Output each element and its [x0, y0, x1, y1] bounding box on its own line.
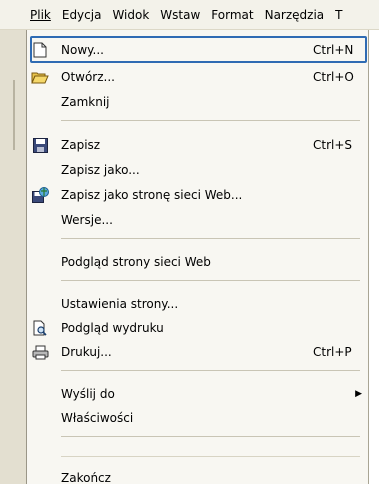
menu-item-zapisz-jako[interactable]: Zapisz jako...	[27, 158, 368, 182]
menu-item-label: Wyślij do	[61, 387, 115, 401]
menu-item-otworz[interactable]: Otwórz... Ctrl+O	[27, 65, 368, 89]
menu-edycja[interactable]: Edycja	[62, 8, 102, 22]
menu-item-ustawienia-strony[interactable]: Ustawienia strony...	[27, 292, 368, 316]
menu-item-label: Zapisz jako stronę sieci Web...	[61, 188, 243, 202]
menu-item-podglad-wydruku[interactable]: Podgląd wydruku	[27, 316, 368, 340]
print-preview-icon	[31, 319, 49, 337]
menu-item-wersje[interactable]: Wersje...	[27, 208, 368, 232]
save-web-icon	[31, 186, 49, 204]
menu-item-label: Wersje...	[61, 213, 113, 227]
menu-separator	[61, 280, 360, 281]
menu-item-zapisz[interactable]: Zapisz Ctrl+S	[27, 133, 368, 157]
menu-item-label: Właściwości	[61, 411, 134, 425]
menu-widok[interactable]: Widok	[112, 8, 149, 22]
menu-item-label: Ustawienia strony...	[61, 297, 179, 311]
menu-item-label: Podgląd wydruku	[61, 321, 164, 335]
menu-item-label: Zakończ	[61, 471, 111, 485]
menu-separator	[61, 370, 360, 371]
menu-separator	[61, 120, 360, 121]
menu-item-label: Otwórz...	[61, 70, 115, 84]
save-icon	[31, 136, 49, 154]
menu-item-label: Podgląd strony sieci Web	[61, 255, 211, 269]
window-frame-left	[0, 30, 27, 484]
open-folder-icon	[31, 68, 49, 86]
menu-item-label: Zapisz	[61, 138, 101, 152]
menu-item-zakoncz[interactable]: Zakończ	[27, 466, 368, 490]
menu-item-shortcut: Ctrl+O	[313, 70, 354, 84]
print-icon	[31, 343, 49, 361]
menu-wstaw[interactable]: Wstaw	[160, 8, 200, 22]
menu-item-wlasciwosci[interactable]: Właściwości	[27, 406, 368, 430]
menu-more[interactable]: T	[335, 8, 342, 22]
menu-separator	[61, 238, 360, 239]
menu-format[interactable]: Format	[211, 8, 253, 22]
submenu-arrow-icon: ▶	[355, 389, 362, 399]
menu-plik[interactable]: Plik	[30, 8, 51, 22]
menu-separator	[61, 436, 360, 437]
menu-item-wyslij-do[interactable]: Wyślij do ▶	[27, 382, 368, 406]
menu-item-shortcut: Ctrl+S	[313, 138, 353, 152]
menu-item-drukuj[interactable]: Drukuj... Ctrl+P	[27, 340, 368, 364]
menu-item-zapisz-web[interactable]: Zapisz jako stronę sieci Web...	[27, 183, 368, 207]
menu-item-label: Drukuj...	[61, 345, 112, 359]
menu-bar: Plik Edycja Widok Wstaw Format Narzędzia…	[0, 0, 379, 30]
menu-item-label: Zapisz jako...	[61, 163, 140, 177]
menu-narzedzia[interactable]: Narzędzia	[265, 8, 325, 22]
menu-item-label: Zamknij	[61, 95, 110, 109]
menu-item-podglad-web[interactable]: Podgląd strony sieci Web	[27, 250, 368, 274]
menu-item-zamknij[interactable]: Zamknij	[27, 90, 368, 114]
menu-item-shortcut: Ctrl+P	[313, 345, 352, 359]
menu-separator	[61, 456, 360, 457]
selection-highlight	[30, 36, 367, 63]
file-menu-dropdown: Nowy... Ctrl+N Otwórz... Ctrl+O Zamknij …	[26, 30, 369, 485]
